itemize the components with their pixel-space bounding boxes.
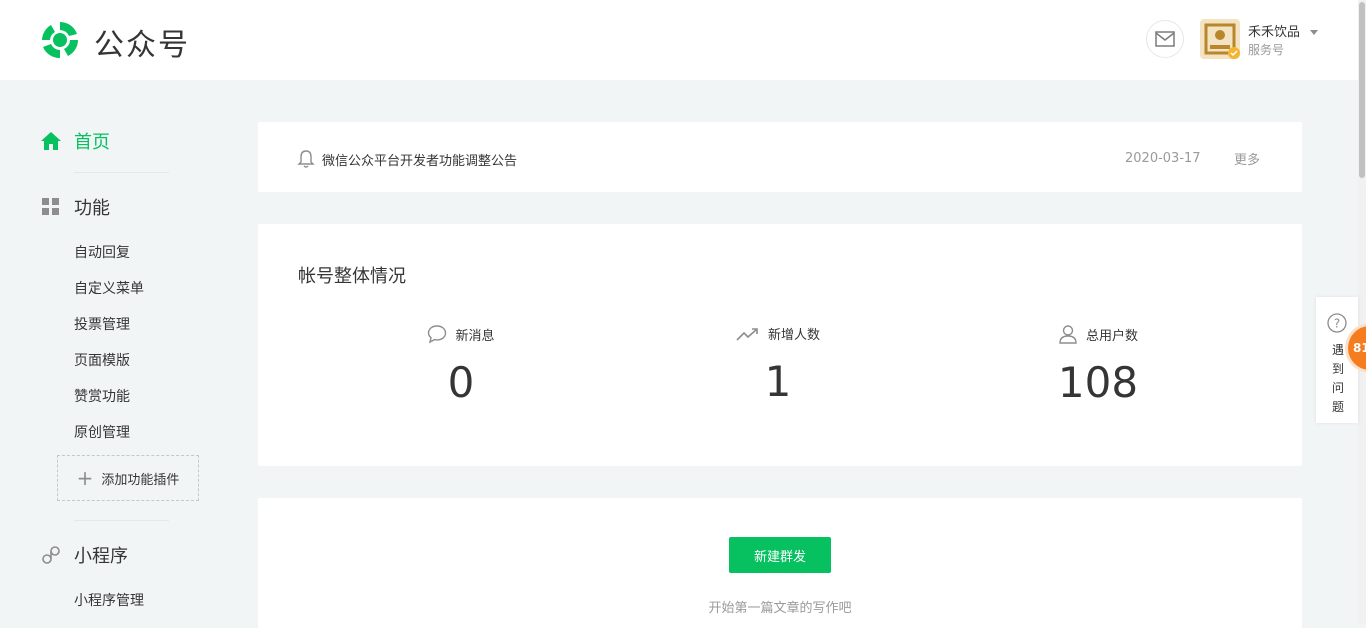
- notice-more-link[interactable]: 更多: [1234, 149, 1260, 168]
- stat-new-messages[interactable]: 新消息 0: [351, 324, 571, 407]
- stat-value: 0: [447, 358, 475, 407]
- trend-up-icon: [736, 326, 760, 342]
- account-name[interactable]: 禾禾饮品: [1248, 21, 1300, 40]
- account-overview-card: 帐号整体情况 新消息 0 新增人数 1 总用户数 108: [258, 224, 1302, 466]
- add-plugin-button[interactable]: + 添加功能插件: [57, 455, 199, 501]
- new-broadcast-button[interactable]: 新建群发: [729, 537, 831, 573]
- brand-title: 公众号: [94, 28, 190, 63]
- stat-value: 108: [1057, 358, 1139, 407]
- chat-bubble-icon: [427, 324, 447, 344]
- link-icon: [40, 544, 62, 566]
- svg-text:?: ?: [1334, 317, 1340, 331]
- sidebar-item-miniprogram[interactable]: 小程序: [40, 542, 128, 568]
- message-button[interactable]: [1146, 20, 1184, 58]
- compose-hint: 开始第一篇文章的写作吧: [708, 601, 852, 616]
- account-dropdown-caret-icon[interactable]: [1310, 30, 1318, 35]
- sidebar-item-miniprogram-manage[interactable]: 小程序管理: [74, 590, 144, 610]
- sidebar-item-page-template[interactable]: 页面模版: [74, 350, 130, 370]
- notice-card: 微信公众平台开发者功能调整公告 2020-03-17 更多: [258, 122, 1302, 192]
- sidebar-item-label: 功能: [74, 198, 110, 219]
- compose-card: 新建群发 开始第一篇文章的写作吧: [258, 498, 1302, 628]
- add-plugin-label: 添加功能插件: [101, 472, 180, 488]
- sidebar-item-auto-reply[interactable]: 自动回复: [74, 242, 130, 262]
- help-label: 遇 到 问 题: [1332, 343, 1345, 414]
- home-icon: [40, 130, 62, 152]
- sidebar-divider: [74, 520, 169, 521]
- bell-icon: [297, 150, 315, 168]
- stat-total-users[interactable]: 总用户数 108: [988, 324, 1208, 407]
- account-type: 服务号: [1248, 43, 1285, 57]
- scrollbar-thumb[interactable]: [1359, 2, 1365, 178]
- sidebar-item-home[interactable]: 首页: [40, 128, 110, 154]
- stat-label: 新消息: [455, 328, 495, 344]
- sidebar-item-reward[interactable]: 赞赏功能: [74, 386, 130, 406]
- sidebar-item-label: 首页: [74, 132, 110, 153]
- sidebar-item-vote[interactable]: 投票管理: [74, 314, 130, 334]
- stat-label: 新增人数: [767, 328, 820, 343]
- sidebar-item-custom-menu[interactable]: 自定义菜单: [74, 278, 144, 298]
- wechat-official-account-logo-icon[interactable]: [38, 18, 82, 62]
- overview-heading: 帐号整体情况: [298, 266, 406, 287]
- user-icon: [1058, 324, 1078, 344]
- question-circle-icon: ?: [1327, 313, 1347, 333]
- sidebar-divider: [74, 172, 169, 173]
- sidebar-item-features[interactable]: 功能: [40, 194, 110, 220]
- top-bar: 公众号 禾禾饮品 服务号: [0, 0, 1358, 80]
- sidebar-item-original[interactable]: 原创管理: [74, 422, 130, 442]
- plus-icon: +: [76, 466, 94, 490]
- grid-icon: [40, 196, 62, 218]
- mail-icon: [1155, 31, 1175, 47]
- stat-new-followers[interactable]: 新增人数 1: [668, 324, 888, 406]
- notice-title-link[interactable]: 微信公众平台开发者功能调整公告: [322, 150, 517, 169]
- stat-value: 1: [764, 357, 792, 406]
- stat-label: 总用户数: [1085, 328, 1138, 344]
- account-avatar[interactable]: [1200, 19, 1240, 59]
- notice-date: 2020-03-17: [1125, 151, 1201, 166]
- sidebar-item-label: 小程序: [74, 546, 128, 567]
